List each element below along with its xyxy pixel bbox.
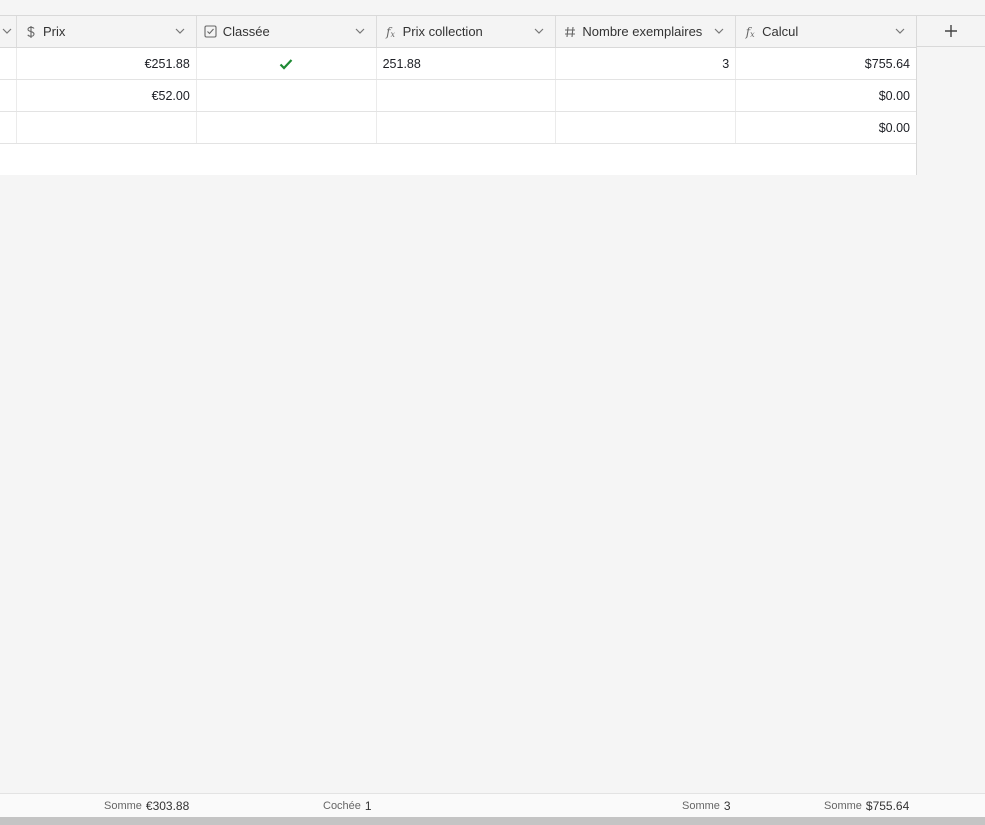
header-prix[interactable]: Prix (17, 16, 197, 47)
cell-prix-collection[interactable] (377, 80, 557, 111)
cell-nombre-exemplaires[interactable]: 3 (556, 48, 737, 79)
table-row[interactable]: €52.00 $0.00 (0, 80, 916, 112)
summary-label: Cochée (323, 800, 361, 812)
partial-cell[interactable] (0, 80, 17, 111)
header-calcul[interactable]: 𝑓x Calcul (736, 16, 916, 47)
chevron-down-icon[interactable] (533, 25, 545, 37)
cell-prix-collection[interactable] (377, 112, 557, 143)
currency-dollar-icon (24, 25, 38, 39)
cell-classee[interactable] (197, 48, 377, 79)
add-column-button[interactable] (917, 15, 985, 47)
header-partial-column[interactable] (0, 16, 17, 47)
summary-label: Somme (824, 800, 862, 812)
summary-label: Somme (104, 800, 142, 812)
horizontal-scrollbar[interactable] (0, 817, 985, 825)
header-label: Prix collection (402, 24, 483, 39)
header-prix-collection[interactable]: 𝑓x Prix collection (377, 16, 557, 47)
summary-footer: Somme €303.88 Cochée 1 Somme 3 Somme $75… (0, 793, 985, 817)
cell-calcul[interactable]: $0.00 (736, 80, 916, 111)
partial-cell[interactable] (0, 48, 17, 79)
cell-calcul[interactable]: $755.64 (736, 48, 916, 79)
summary-calcul[interactable]: Somme $755.64 (824, 798, 909, 814)
chevron-down-icon[interactable] (713, 25, 725, 37)
chevron-down-icon[interactable] (1, 25, 13, 37)
chevron-down-icon[interactable] (354, 25, 366, 37)
cell-prix-collection[interactable]: 251.88 (377, 48, 557, 79)
header-nombre-exemplaires[interactable]: Nombre exemplaires (556, 16, 737, 47)
add-row-area[interactable] (0, 144, 916, 175)
data-grid: Prix Classée 𝑓x Prix collection Nombre e… (0, 15, 917, 175)
header-classee[interactable]: Classée (197, 16, 377, 47)
grid-header: Prix Classée 𝑓x Prix collection Nombre e… (0, 16, 916, 48)
summary-nombre[interactable]: Somme 3 (682, 798, 731, 814)
top-spacer (0, 0, 985, 15)
summary-value: $755.64 (865, 799, 910, 813)
summary-classee[interactable]: Cochée 1 (323, 798, 372, 814)
summary-value: 1 (364, 799, 372, 813)
cell-prix[interactable]: €251.88 (17, 48, 197, 79)
partial-cell[interactable] (0, 112, 17, 143)
cell-classee[interactable] (197, 112, 377, 143)
chevron-down-icon[interactable] (174, 25, 186, 37)
chevron-down-icon[interactable] (894, 25, 906, 37)
summary-label: Somme (682, 800, 720, 812)
cell-nombre-exemplaires[interactable] (556, 80, 737, 111)
cell-prix[interactable] (17, 112, 197, 143)
number-hash-icon (563, 25, 577, 39)
header-label: Prix (42, 24, 66, 39)
cell-classee[interactable] (197, 80, 377, 111)
cell-prix[interactable]: €52.00 (17, 80, 197, 111)
header-label: Calcul (762, 24, 799, 39)
header-label: Nombre exemplaires (582, 24, 703, 39)
summary-value: €303.88 (145, 799, 190, 813)
table-row[interactable]: $0.00 (0, 112, 916, 144)
cell-calcul[interactable]: $0.00 (736, 112, 916, 143)
plus-icon (945, 25, 957, 37)
cell-nombre-exemplaires[interactable] (556, 112, 737, 143)
summary-value: 3 (723, 799, 731, 813)
summary-prix[interactable]: Somme €303.88 (104, 798, 189, 814)
header-label: Classée (222, 24, 270, 39)
checkmark-icon (279, 58, 293, 70)
checkbox-icon (204, 25, 218, 39)
table-row[interactable]: €251.88 251.88 3 $755.64 (0, 48, 916, 80)
formula-icon: 𝑓x (745, 24, 755, 40)
formula-icon: 𝑓x (386, 24, 396, 40)
